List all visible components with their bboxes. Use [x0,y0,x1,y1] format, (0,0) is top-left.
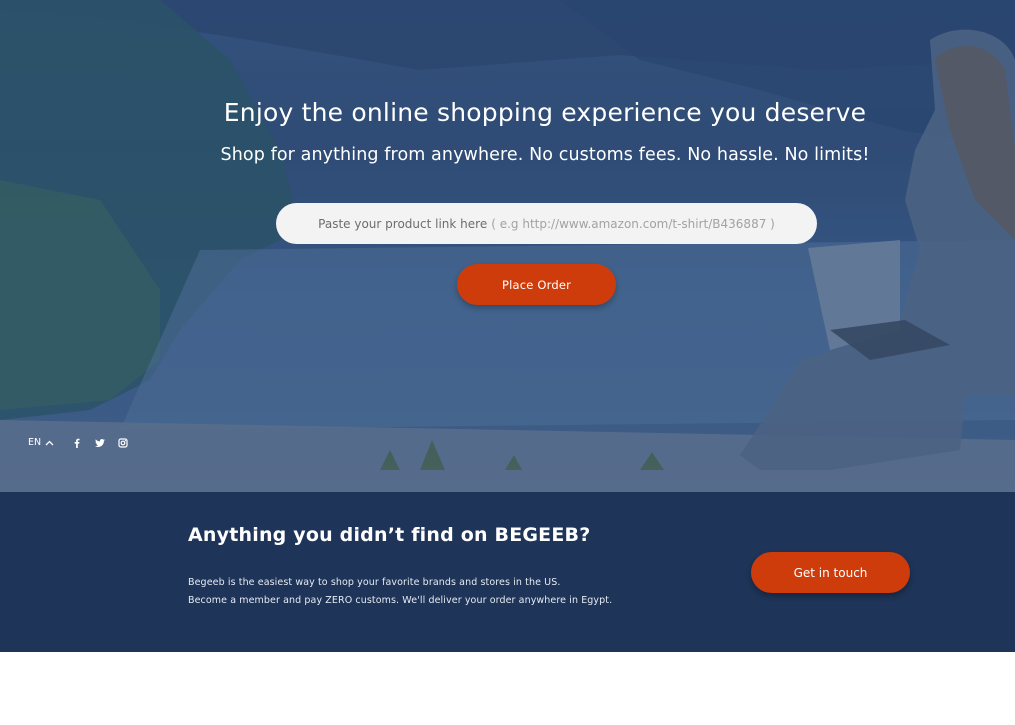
hero-title: Enjoy the online shopping experience you… [223,98,867,127]
info-banner: Anything you didn’t find on BEGEEB? Bege… [0,492,1015,652]
facebook-icon[interactable] [71,437,83,449]
language-label: EN [28,437,42,448]
hero-section: Enjoy the online shopping experience you… [0,0,1015,492]
banner-description-line-2: Become a member and pay ZERO customs. We… [188,595,613,606]
banner-title: Anything you didn’t find on BEGEEB? [188,524,591,546]
hero-subtitle: Shop for anything from anywhere. No cust… [220,145,870,165]
chevron-up-icon [45,440,54,445]
product-link-input[interactable]: Paste your product link here ( e.g http:… [276,203,817,244]
hero-overlay [0,0,1015,492]
product-link-hint: ( e.g http://www.amazon.com/t-shirt/B436… [491,216,775,231]
twitter-icon[interactable] [94,437,106,449]
banner-description-line-1: Begeeb is the easiest way to shop your f… [188,577,561,588]
instagram-icon[interactable] [117,437,129,449]
place-order-button[interactable]: Place Order [457,264,616,305]
product-link-label: Paste your product link here [318,216,488,231]
get-in-touch-button[interactable]: Get in touch [751,552,910,593]
language-selector[interactable]: EN [28,437,54,448]
